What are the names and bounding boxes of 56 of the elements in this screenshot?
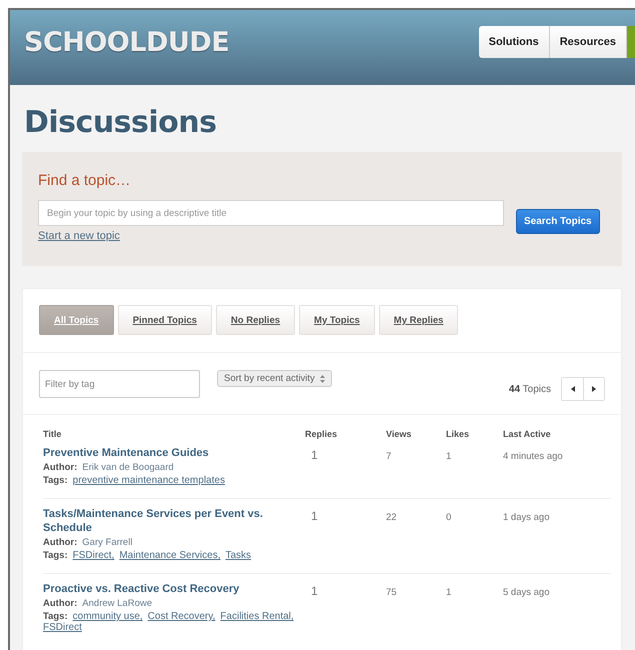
tags-label: Tags: [43, 475, 68, 486]
last-active-time: 5 days ago [503, 587, 550, 598]
sort-arrows-icon [320, 374, 325, 382]
tag-link[interactable]: preventive maintenance templates [72, 475, 225, 486]
tags-label: Tags: [43, 550, 68, 561]
author-name: Gary Farrell [82, 537, 132, 548]
tag-link[interactable]: FSDirect, [72, 550, 114, 561]
views-count: 7 [386, 451, 392, 462]
tab[interactable]: My Replies [378, 305, 458, 335]
tag-link[interactable]: Tasks [225, 550, 252, 561]
topic-title-link[interactable]: Proactive vs. Reactive Cost Recovery [43, 582, 305, 596]
tag-link[interactable]: community use, [72, 611, 143, 622]
author-name: Erik van de Boogaard [82, 462, 174, 473]
column-header: Likes [446, 428, 470, 441]
nav-link[interactable]: Resources [550, 26, 627, 58]
likes-count: 0 [446, 512, 452, 523]
logo[interactable]: SCHOOLDUDE [24, 27, 230, 58]
last-active-time: 4 minutes ago [503, 451, 563, 462]
author-label: Author: [43, 462, 78, 473]
likes-count: 1 [446, 587, 452, 598]
tag-link[interactable]: Facilities Rental, [220, 611, 294, 622]
left-arrow-icon [570, 386, 574, 392]
column-header: Title [43, 428, 62, 441]
tab[interactable]: Pinned Topics [118, 305, 212, 335]
find-heading: Find a topic… [38, 172, 132, 189]
author-label: Author: [43, 537, 78, 548]
search-button[interactable]: Search Topics [516, 209, 600, 234]
author-label: Author: [43, 598, 78, 609]
tag-link[interactable]: Cost Recovery, [148, 611, 216, 622]
filter-field[interactable]: Filter by tag [39, 370, 200, 398]
tags-label: Tags: [43, 611, 68, 622]
tag-link[interactable]: FSDirect [43, 622, 82, 633]
right-arrow-icon [592, 386, 596, 392]
author-name: Andrew LaRowe [82, 598, 152, 609]
sort-select[interactable]: Sort by recent activity [217, 370, 332, 387]
last-active-time: 1 days ago [503, 512, 550, 523]
tab[interactable]: No Replies [216, 305, 296, 335]
column-header: Views [386, 428, 412, 441]
replies-count: 1 [311, 584, 318, 598]
new-topic-link[interactable]: Start a new topic [38, 230, 120, 242]
replies-count: 1 [311, 448, 318, 462]
replies-count: 1 [311, 509, 318, 523]
views-count: 75 [386, 587, 397, 598]
topic-field[interactable]: Begin your topic by using a descriptive title [38, 200, 504, 226]
column-header: Replies [305, 428, 338, 441]
topic-title-link[interactable]: Tasks/Maintenance Services per Event vs. Schedule [43, 507, 305, 535]
views-count: 22 [386, 512, 397, 523]
page-title: Discussions [24, 105, 218, 140]
next-button[interactable] [583, 378, 604, 400]
tag-link[interactable]: Maintenance Services, [119, 550, 220, 561]
likes-count: 1 [446, 451, 452, 462]
nav-link[interactable]: Solutions [478, 26, 550, 58]
tab[interactable]: My Topics [299, 305, 375, 335]
topic-count: 44 Topics [508, 384, 551, 395]
topic-title-link[interactable]: Preventive Maintenance Guides [43, 446, 305, 460]
column-header: Last Active [503, 428, 552, 441]
